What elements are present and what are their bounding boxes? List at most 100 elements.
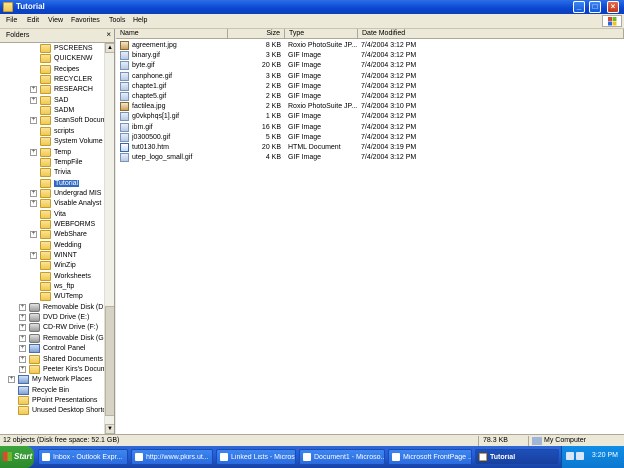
tree-item-label: Trivia	[54, 169, 71, 177]
expand-icon[interactable]: +	[19, 365, 26, 373]
taskbar-button-browser[interactable]: http://www.pkirs.ut...	[131, 449, 213, 465]
column-header-type[interactable]: Type	[285, 29, 358, 39]
scrollbar-thumb[interactable]	[105, 306, 114, 416]
drive-icon	[29, 302, 40, 312]
window-title: Tutorial	[16, 2, 45, 11]
start-button[interactable]: Start	[0, 446, 34, 468]
network-icon	[18, 375, 29, 385]
close-button[interactable]: ×	[607, 1, 619, 13]
expand-icon[interactable]: +	[19, 334, 26, 342]
taskbar-button-linked-lists[interactable]: Linked Lists - Micros...	[216, 449, 296, 465]
file-row[interactable]: tut0130.htm 20 KB HTML Document 7/4/2004 3:…	[116, 143, 624, 153]
expand-icon[interactable]: +	[8, 376, 15, 384]
gif-file-icon	[120, 92, 129, 101]
expand-icon[interactable]: +	[30, 96, 37, 104]
file-row[interactable]: g0vkphqs[1].gif 1 KB GIF Image 7/4/2004 3:1…	[116, 112, 624, 122]
file-row[interactable]: chapte1.gif 2 KB GIF Image 7/4/2004 3:12 PM	[116, 81, 624, 92]
taskbar-button-outlook[interactable]: Inbox - Outlook Expr...	[38, 449, 128, 465]
file-name: j0300500.gif	[132, 133, 171, 141]
folder-icon	[40, 240, 51, 250]
taskbar-button-frontpage[interactable]: Microsoft FrontPage ...	[388, 449, 472, 465]
expand-icon[interactable]: +	[30, 189, 37, 197]
menu-help[interactable]: Help	[133, 17, 147, 24]
column-header-date-modified[interactable]: Date Modified	[358, 29, 624, 39]
tree-item-label: Control Panel	[43, 345, 86, 353]
file-type: GIF Image	[288, 72, 322, 80]
internet-explorer-icon	[135, 453, 143, 461]
file-row[interactable]: factilea.jpg 2 KB Roxio PhotoSuite JP... 7/…	[116, 102, 624, 112]
folder-icon	[40, 251, 51, 260]
folder-icon	[40, 157, 51, 167]
gif-file-icon	[120, 81, 129, 91]
file-row[interactable]: binary.gif 3 KB GIF Image 7/4/2004 3:12 PM	[116, 51, 624, 61]
folder-icon	[40, 106, 51, 116]
menu-edit[interactable]: Edit	[27, 17, 39, 24]
minimize-button[interactable]: _	[573, 1, 585, 13]
status-divider	[528, 436, 529, 446]
file-size: 2 KB	[265, 82, 281, 90]
taskbar-button-label: Tutorial	[490, 454, 516, 461]
expand-icon[interactable]: +	[19, 303, 26, 311]
expand-icon[interactable]: +	[30, 231, 37, 239]
word-document-icon	[303, 453, 311, 461]
file-date-modified: 7/4/2004 3:12 PM	[361, 154, 417, 162]
expand-icon[interactable]: +	[19, 324, 26, 332]
status-zone: My Computer	[544, 437, 587, 444]
file-row[interactable]: utep_logo_small.gif 4 KB GIF Image 7/4/2004…	[116, 153, 624, 163]
tree-item-label: Peeter Kirs's Documer	[43, 365, 113, 373]
folder-icon	[40, 282, 51, 292]
taskbar-button-document1[interactable]: Document1 - Microso...	[299, 449, 385, 465]
menu-view[interactable]: View	[48, 17, 63, 24]
folders-pane-header: Folders ×	[0, 29, 114, 43]
file-name: agreement.jpg	[132, 42, 177, 49]
folders-pane: Folders × PSCREENS QUICKENW Recipes RECYCLE…	[0, 29, 115, 434]
file-date-modified: 7/4/2004 3:10 PM	[361, 103, 417, 111]
folders-close-icon[interactable]: ×	[106, 30, 111, 39]
taskbar-button-tutorial[interactable]: Tutorial	[475, 449, 559, 465]
file-size: 1 KB	[265, 113, 281, 121]
tree-item-label: SADM	[54, 107, 75, 115]
file-size: 2 KB	[265, 93, 281, 100]
expand-icon[interactable]: +	[30, 252, 37, 259]
file-row[interactable]: agreement.jpg 8 KB Roxio PhotoSuite JP... 7…	[116, 41, 624, 51]
file-row[interactable]: j0300500.gif 5 KB GIF Image 7/4/2004 3:12 P…	[116, 132, 624, 143]
file-size: 2 KB	[265, 103, 281, 111]
column-header-size[interactable]: Size	[228, 29, 285, 39]
menu-tools[interactable]: Tools	[109, 17, 125, 24]
expand-icon[interactable]: +	[30, 200, 37, 208]
recycle-bin-icon	[18, 385, 29, 395]
network-status-icon[interactable]	[566, 452, 574, 460]
file-name: factilea.jpg	[132, 103, 166, 111]
folder-icon	[40, 261, 51, 271]
file-row[interactable]: ibm.gif 16 KB GIF Image 7/4/2004 3:12 PM	[116, 122, 624, 133]
file-name: ibm.gif	[132, 123, 153, 131]
expand-icon[interactable]: +	[30, 148, 37, 156]
expand-icon[interactable]: +	[19, 314, 26, 322]
folder-tree-scrollbar[interactable]: ▲ ▼	[104, 43, 114, 434]
column-header-name[interactable]: Name	[116, 29, 228, 39]
file-row[interactable]: canphone.gif 3 KB GIF Image 7/4/2004 3:12 P…	[116, 71, 624, 82]
column-type-label: Type	[289, 30, 305, 37]
scroll-down-arrow-icon[interactable]: ▼	[105, 424, 114, 434]
title-bar[interactable]: Tutorial _ □ ×	[0, 0, 624, 14]
file-row[interactable]: chapte5.gif 2 KB GIF Image 7/4/2004 3:12 PM	[116, 92, 624, 102]
tree-item-label: WUTemp	[54, 293, 83, 301]
file-row[interactable]: byte.gif 20 KB GIF Image 7/4/2004 3:12 PM	[116, 61, 624, 71]
tree-item-label: scripts	[54, 127, 75, 135]
menu-file[interactable]: File	[6, 17, 17, 24]
expand-icon[interactable]: +	[19, 345, 26, 353]
expand-icon[interactable]: +	[30, 117, 37, 125]
cd-drive-icon	[29, 323, 40, 333]
volume-icon[interactable]	[576, 452, 584, 460]
file-date-modified: 7/4/2004 3:12 PM	[361, 42, 417, 49]
control-panel-icon	[29, 344, 40, 354]
expand-icon[interactable]: +	[19, 355, 26, 363]
taskbar-button-label: Linked Lists - Micros...	[231, 454, 295, 461]
file-type: HTML Document	[288, 144, 341, 151]
expand-icon[interactable]: +	[30, 86, 37, 94]
scroll-up-arrow-icon[interactable]: ▲	[105, 43, 114, 53]
menu-favorites[interactable]: Favorites	[71, 17, 100, 24]
file-name: chapte1.gif	[132, 82, 167, 90]
maximize-button[interactable]: □	[589, 1, 601, 13]
tree-item-label: RESEARCH	[54, 86, 93, 94]
